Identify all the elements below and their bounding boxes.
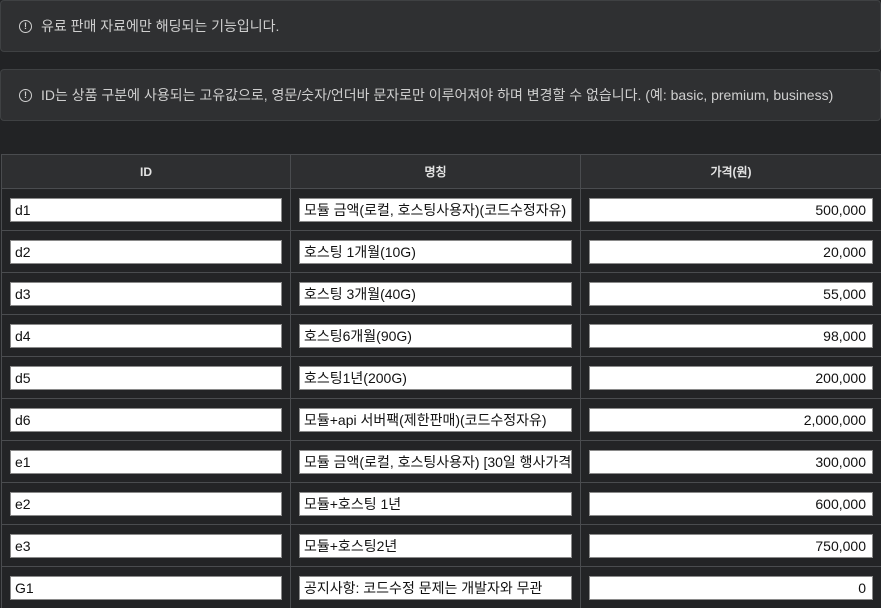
header-price: 가격(원) — [580, 154, 881, 189]
table-cell: 20,000 — [580, 230, 881, 273]
table-row: e2 모듈+호스팅 1년 600,000 — [1, 482, 881, 525]
table-cell: 500,000 — [580, 188, 881, 231]
table-cell: 모듈+호스팅 1년 — [290, 482, 581, 525]
id-input[interactable]: e2 — [10, 491, 282, 516]
table-cell: e1 — [1, 440, 291, 483]
price-input[interactable]: 200,000 — [589, 365, 873, 390]
name-input[interactable]: 호스팅6개월(90G) — [299, 323, 572, 348]
price-input[interactable]: 98,000 — [589, 323, 873, 348]
header-name: 명칭 — [290, 154, 581, 189]
table-cell: 호스팅1년(200G) — [290, 356, 581, 399]
table-row: e3 모듈+호스팅2년 750,000 — [1, 524, 881, 567]
price-input[interactable]: 500,000 — [589, 197, 873, 222]
id-input[interactable]: e3 — [10, 533, 282, 558]
table-cell: 55,000 — [580, 272, 881, 315]
table-cell: d3 — [1, 272, 291, 315]
price-input[interactable]: 600,000 — [589, 491, 873, 516]
table-cell: d6 — [1, 398, 291, 441]
name-input[interactable]: 모듈+호스팅 1년 — [299, 491, 572, 516]
table-cell: d4 — [1, 314, 291, 357]
name-input[interactable]: 모듈 금액(로컬, 호스팅사용자) [30일 행사가격 — [299, 449, 572, 474]
id-input[interactable]: d1 — [10, 197, 282, 222]
product-table: ID 명칭 가격(원) d1 모듈 금액(로컬, 호스팅사용자)(코드수정자유) 5… — [1, 154, 881, 608]
table-cell: 호스팅 3개월(40G) — [290, 272, 581, 315]
table-cell: e3 — [1, 524, 291, 567]
name-input[interactable]: 모듈+호스팅2년 — [299, 533, 572, 558]
table-cell: 공지사항: 코드수정 문제는 개발자와 무관 — [290, 566, 581, 608]
table-cell: 98,000 — [580, 314, 881, 357]
id-rule-notice: ! ID는 상품 구분에 사용되는 고유값으로, 영문/숫자/언더바 문자로만 … — [0, 69, 881, 121]
table-cell: d2 — [1, 230, 291, 273]
table-cell: 300,000 — [580, 440, 881, 483]
table-row: e1 모듈 금액(로컬, 호스팅사용자) [30일 행사가격 300,000 — [1, 440, 881, 483]
table-row: G1 공지사항: 코드수정 문제는 개발자와 무관 0 — [1, 566, 881, 608]
id-input[interactable]: d2 — [10, 239, 282, 264]
table-row: d3 호스팅 3개월(40G) 55,000 — [1, 272, 881, 315]
table-row: d1 모듈 금액(로컬, 호스팅사용자)(코드수정자유) 500,000 — [1, 188, 881, 231]
name-input[interactable]: 호스팅1년(200G) — [299, 365, 572, 390]
table-cell: 모듈 금액(로컬, 호스팅사용자)(코드수정자유) — [290, 188, 581, 231]
info-circle-icon: ! — [19, 19, 32, 33]
table-row: d6 모듈+api 서버팩(제한판매)(코드수정자유) 2,000,000 — [1, 398, 881, 441]
table-cell: G1 — [1, 566, 291, 608]
price-input[interactable]: 300,000 — [589, 449, 873, 474]
id-input[interactable]: d3 — [10, 281, 282, 306]
table-cell: 2,000,000 — [580, 398, 881, 441]
name-input[interactable]: 호스팅 3개월(40G) — [299, 281, 572, 306]
table-cell: 0 — [580, 566, 881, 608]
id-input[interactable]: G1 — [10, 575, 282, 600]
table-cell: 모듈 금액(로컬, 호스팅사용자) [30일 행사가격 — [290, 440, 581, 483]
info-circle-icon: ! — [19, 88, 32, 102]
table-cell: 200,000 — [580, 356, 881, 399]
name-input[interactable]: 호스팅 1개월(10G) — [299, 239, 572, 264]
name-input[interactable]: 공지사항: 코드수정 문제는 개발자와 무관 — [299, 575, 572, 600]
id-input[interactable]: d6 — [10, 407, 282, 432]
paid-only-notice-text: 유료 판매 자료에만 해딩되는 기능입니다. — [41, 18, 280, 34]
table-cell: d5 — [1, 356, 291, 399]
table-cell: 750,000 — [580, 524, 881, 567]
table-row: d5 호스팅1년(200G) 200,000 — [1, 356, 881, 399]
table-header-row: ID 명칭 가격(원) — [1, 154, 881, 189]
table-cell: d1 — [1, 188, 291, 231]
table-cell: 호스팅6개월(90G) — [290, 314, 581, 357]
name-input[interactable]: 모듈+api 서버팩(제한판매)(코드수정자유) — [299, 407, 572, 432]
header-id: ID — [1, 154, 291, 189]
table-row: d2 호스팅 1개월(10G) 20,000 — [1, 230, 881, 273]
name-input[interactable]: 모듈 금액(로컬, 호스팅사용자)(코드수정자유) — [299, 197, 572, 222]
table-cell: 호스팅 1개월(10G) — [290, 230, 581, 273]
price-input[interactable]: 750,000 — [589, 533, 873, 558]
id-input[interactable]: d4 — [10, 323, 282, 348]
table-cell: 600,000 — [580, 482, 881, 525]
paid-only-notice: ! 유료 판매 자료에만 해딩되는 기능입니다. — [0, 0, 881, 52]
price-input[interactable]: 0 — [589, 575, 873, 600]
price-input[interactable]: 2,000,000 — [589, 407, 873, 432]
table-cell: 모듈+호스팅2년 — [290, 524, 581, 567]
table-row: d4 호스팅6개월(90G) 98,000 — [1, 314, 881, 357]
id-input[interactable]: e1 — [10, 449, 282, 474]
table-cell: e2 — [1, 482, 291, 525]
price-input[interactable]: 55,000 — [589, 281, 873, 306]
id-input[interactable]: d5 — [10, 365, 282, 390]
price-input[interactable]: 20,000 — [589, 239, 873, 264]
table-cell: 모듈+api 서버팩(제한판매)(코드수정자유) — [290, 398, 581, 441]
product-settings-page: ! 유료 판매 자료에만 해딩되는 기능입니다. ! ID는 상품 구분에 사용… — [0, 0, 881, 608]
id-rule-notice-text: ID는 상품 구분에 사용되는 고유값으로, 영문/숫자/언더바 문자로만 이루… — [41, 87, 834, 103]
